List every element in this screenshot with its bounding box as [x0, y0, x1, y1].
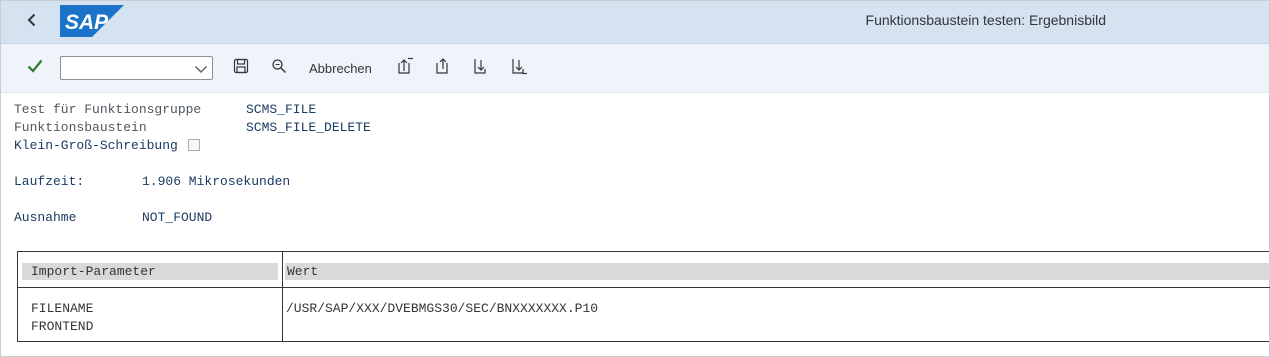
find-icon	[271, 58, 287, 79]
save-icon	[233, 58, 249, 79]
function-group-value: SCMS_FILE	[246, 102, 317, 117]
column-divider	[282, 252, 283, 341]
check-icon	[27, 59, 43, 78]
last-page-icon	[510, 57, 528, 80]
window-title: Funktionsbaustein testen: Ergebnisbild	[865, 12, 1106, 28]
sap-gui-window: SAP Funktionsbaustein testen: Ergebnisbi…	[0, 0, 1270, 357]
previous-page-button[interactable]	[432, 57, 454, 79]
column-header-value: Wert	[285, 263, 1270, 280]
enter-button[interactable]	[23, 56, 47, 80]
back-button[interactable]	[19, 9, 45, 35]
first-page-button[interactable]	[394, 57, 416, 79]
command-input[interactable]	[65, 58, 197, 80]
command-field[interactable]	[60, 56, 213, 80]
next-page-button[interactable]	[470, 57, 492, 79]
back-icon	[25, 13, 39, 32]
import-parameters-table: Import-Parameter Wert FILENAME /USR/SAP/…	[17, 251, 1270, 342]
first-page-icon	[396, 57, 414, 80]
find-button[interactable]	[268, 57, 290, 79]
previous-page-icon	[434, 57, 452, 80]
function-module-label: Funktionsbaustein	[14, 120, 147, 135]
title-bar: SAP Funktionsbaustein testen: Ergebnisbi…	[1, 1, 1269, 44]
exception-value: NOT_FOUND	[142, 210, 213, 225]
function-module-value: SCMS_FILE_DELETE	[246, 120, 371, 135]
header-separator	[18, 287, 1270, 288]
table-row-param: FILENAME	[31, 301, 94, 316]
save-button[interactable]	[230, 57, 252, 79]
runtime-label: Laufzeit:	[14, 174, 85, 189]
exception-label: Ausnahme	[14, 210, 77, 225]
sap-logo: SAP	[60, 5, 124, 42]
case-sensitive-label: Klein-Groß-Schreibung	[14, 138, 178, 153]
application-toolbar: Abbrechen	[1, 44, 1269, 93]
runtime-value: 1.906 Mikrosekunden	[142, 174, 291, 189]
function-group-label: Test für Funktionsgruppe	[14, 102, 202, 117]
column-header-import-parameter: Import-Parameter	[22, 263, 278, 280]
cancel-button[interactable]: Abbrechen	[305, 57, 376, 79]
result-screen: Test für Funktionsgruppe SCMS_FILE Funkt…	[1, 93, 1270, 356]
case-sensitive-checkbox[interactable]	[188, 139, 200, 151]
last-page-button[interactable]	[508, 57, 530, 79]
next-page-icon	[472, 57, 490, 80]
chevron-down-icon[interactable]	[193, 61, 209, 77]
sap-logo-text: SAP	[65, 11, 109, 34]
table-row-value: /USR/SAP/XXX/DVEBMGS30/SEC/BNXXXXXXX.P10	[286, 301, 599, 316]
table-row-param: FRONTEND	[31, 319, 94, 334]
